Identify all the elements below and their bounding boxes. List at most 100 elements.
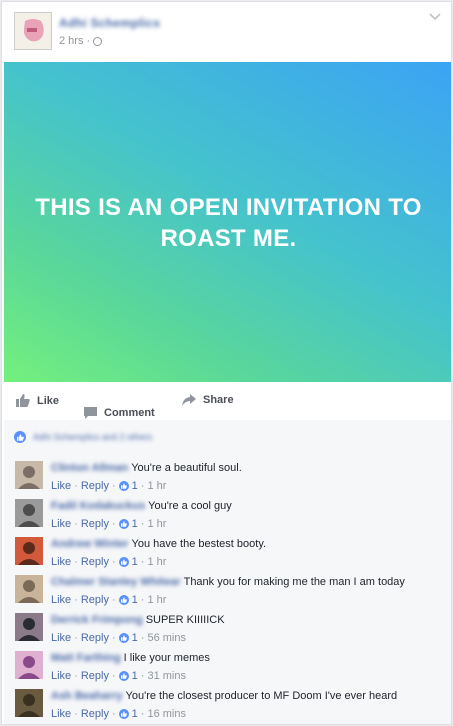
comment-like-count[interactable]: 1 (132, 632, 138, 644)
comment-actions: Like · Reply · 1 · 1 hr (51, 556, 166, 568)
comment-text: You have the bestest booty. (131, 538, 267, 550)
commenter-name[interactable]: Chalmer Stanley Whitear (51, 576, 181, 588)
comment-actions-separator: · (74, 670, 78, 682)
commenter-avatar[interactable] (15, 461, 43, 489)
commenter-name[interactable]: Fadil Kodakuckus (51, 500, 145, 512)
comment-like-count[interactable]: 1 (132, 556, 138, 568)
comment-like-count[interactable]: 1 (132, 670, 138, 682)
commenter-avatar[interactable] (15, 499, 43, 527)
commenter-avatar[interactable] (15, 651, 43, 679)
likes-summary-text[interactable]: Adhi Schemplics and 2 others (33, 432, 152, 442)
comment-time[interactable]: 31 mins (147, 670, 186, 682)
comment-like-count[interactable]: 1 (132, 594, 138, 606)
comment-time[interactable]: 1 hr (147, 556, 166, 568)
comment-row: Fadil Kodakuckus You're a cool guy Like ·… (15, 496, 445, 534)
comment-like-link[interactable]: Like (51, 518, 71, 530)
comment-reply-link[interactable]: Reply (81, 556, 109, 568)
comment-time[interactable]: 1 hr (147, 594, 166, 606)
like-reaction-icon (118, 709, 129, 719)
commenter-avatar[interactable] (15, 537, 43, 565)
comment-row: Chalmer Stanley Whitear Thank you for mak… (15, 572, 445, 610)
like-button[interactable]: Like (16, 394, 59, 407)
comment-like-count[interactable]: 1 (132, 480, 138, 492)
commenter-name[interactable]: Matt Farthing (51, 652, 121, 664)
post-banner: THIS IS AN OPEN INVITATION TO ROAST ME. (4, 62, 451, 382)
thumbs-up-icon (16, 394, 30, 407)
comment-line: Andrew Winter You have the bestest booty. (51, 538, 266, 550)
comment-row: Derrick Frimpong SUPER KIIIIICK Like · Re… (15, 610, 445, 648)
post-meta: 2 hrs · (59, 35, 103, 47)
comment-actions: Like · Reply · 1 · 1 hr (51, 480, 166, 492)
comment-like-count[interactable]: 1 (132, 518, 138, 530)
comment-actions-separator: · (140, 556, 145, 568)
share-icon (182, 394, 196, 406)
commenter-name[interactable]: Andrew Winter (51, 538, 129, 550)
comment-time[interactable]: 1 hr (147, 480, 166, 492)
comment-row: Matt Farthing I like your memes Like · Re… (15, 648, 445, 686)
comment-text: I like your memes (123, 652, 210, 664)
comment-row: Andrew Winter You have the bestest booty.… (15, 534, 445, 572)
comment-row: Ash Beaharry You're the closest producer … (15, 686, 445, 724)
comment-like-count[interactable]: 1 (132, 708, 138, 720)
comment-like-link[interactable]: Like (51, 670, 71, 682)
commenter-avatar[interactable] (15, 689, 43, 717)
commenter-avatar[interactable] (15, 613, 43, 641)
comment-line: Clinton Allman You're a beautiful soul. (51, 462, 242, 474)
like-label: Like (37, 394, 60, 407)
comment-like-link[interactable]: Like (51, 556, 71, 568)
post-actions: Like Comment Share (4, 382, 451, 421)
comment-reply-link[interactable]: Reply (81, 594, 109, 606)
meta-separator: · (86, 35, 91, 47)
like-reaction-icon (118, 671, 129, 681)
post-time[interactable]: 2 hrs (59, 35, 83, 47)
post-author[interactable]: Adhi Schemplics (59, 16, 160, 30)
like-reaction-icon (118, 519, 129, 529)
comment-like-link[interactable]: Like (51, 480, 71, 492)
comment-actions-separator: · (111, 708, 116, 720)
commenter-name[interactable]: Clinton Allman (51, 462, 128, 474)
chevron-down-icon[interactable] (429, 13, 441, 21)
commenter-name[interactable]: Derrick Frimpong (51, 614, 143, 626)
comment-actions: Like · Reply · 1 · 31 mins (51, 670, 186, 682)
comment-row: Clinton Allman You're a beautiful soul. L… (15, 458, 445, 496)
comment-reply-link[interactable]: Reply (81, 708, 109, 720)
comment-line: Chalmer Stanley Whitear Thank you for mak… (51, 576, 405, 588)
comment-text: You're a beautiful soul. (131, 462, 242, 474)
comment-actions-separator: · (111, 670, 116, 682)
comment-actions-separator: · (140, 594, 145, 606)
comment-reply-link[interactable]: Reply (81, 632, 109, 644)
comment-like-link[interactable]: Like (51, 708, 71, 720)
comment-like-link[interactable]: Like (51, 594, 71, 606)
comment-time[interactable]: 56 mins (147, 632, 186, 644)
comment-time[interactable]: 1 hr (147, 518, 166, 530)
post-header: Adhi Schemplics 2 hrs · (2, 2, 451, 60)
commenter-avatar[interactable] (15, 575, 43, 603)
share-label: Share (203, 394, 234, 406)
comment-actions: Like · Reply · 1 · 1 hr (51, 518, 166, 530)
likes-summary[interactable]: Adhi Schemplics and 2 others (14, 431, 152, 443)
comments-section: Adhi Schemplics and 2 others Clinton All… (4, 420, 451, 724)
comment-actions: Like · Reply · 1 · 1 hr (51, 594, 166, 606)
comment-actions-separator: · (140, 480, 145, 492)
like-reaction-icon (118, 557, 129, 567)
like-reaction-icon (14, 431, 26, 443)
comment-line: Derrick Frimpong SUPER KIIIIICK (51, 614, 225, 626)
comment-actions: Like · Reply · 1 · 16 mins (51, 708, 186, 720)
comment-reply-link[interactable]: Reply (81, 670, 109, 682)
comment-icon (84, 407, 97, 419)
globe-icon (93, 36, 103, 46)
commenter-name[interactable]: Ash Beaharry (51, 690, 123, 702)
comment-reply-link[interactable]: Reply (81, 480, 109, 492)
comment-reply-link[interactable]: Reply (81, 518, 109, 530)
share-button[interactable]: Share (182, 394, 234, 406)
comment-actions-separator: · (140, 632, 145, 644)
comment-text: Thank you for making me the man I am tod… (183, 576, 405, 588)
comment-time[interactable]: 16 mins (147, 708, 186, 720)
page-avatar[interactable] (14, 12, 52, 50)
comment-line: Ash Beaharry You're the closest producer … (51, 690, 397, 702)
comment-actions-separator: · (111, 594, 116, 606)
comment-actions-separator: · (140, 670, 145, 682)
comment-like-link[interactable]: Like (51, 632, 71, 644)
comment-actions-separator: · (74, 594, 78, 606)
comment-actions-separator: · (74, 632, 78, 644)
